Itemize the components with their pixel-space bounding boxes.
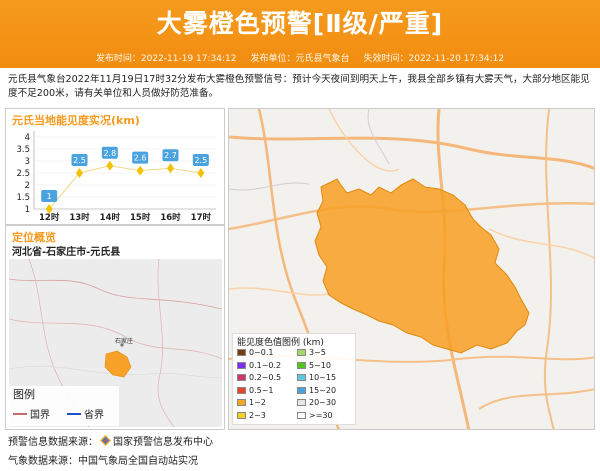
- vis-legend-item: 20~30: [297, 398, 336, 407]
- data-label: 2.6: [134, 154, 147, 163]
- vis-legend-label: 1~2: [249, 398, 266, 407]
- visibility-color-legend: 能见度色值图例 (km) 0~0.1 3~5 0.1~0.2 5~10 0.2~0.5 1…: [232, 333, 356, 425]
- national-border-swatch: [13, 412, 27, 415]
- vis-legend-item: 1~2: [237, 398, 266, 407]
- publish-time: 发布时间：2022-11-19 17:34:12: [95, 54, 237, 64]
- vis-legend-item: 0.2~0.5: [237, 373, 281, 382]
- minimap-legend-title: 图例: [13, 388, 35, 401]
- vis-legend-swatch: [237, 361, 246, 369]
- y-tick-label: 4: [25, 133, 30, 143]
- page-title: 大雾橙色预警[Ⅱ级/严重]: [156, 9, 444, 38]
- vis-legend-swatch: [237, 399, 246, 406]
- publish-unit: 发布单位：元氏县气象台: [250, 54, 350, 64]
- warning-meta: 发布时间：2022-11-19 17:34:12 发布单位：元氏县气象台 失效时…: [0, 50, 600, 68]
- vis-legend-label: 0.1~0.2: [249, 360, 282, 370]
- x-tick-label: 16时: [160, 212, 181, 223]
- vis-legend-item: 0.5~1: [237, 386, 274, 395]
- data-point: [197, 168, 205, 178]
- vis-legend-item: 0~0.1: [237, 348, 274, 357]
- expire-time: 失效时间：2022-11-20 17:34:12: [363, 54, 505, 64]
- vis-legend-label: 5~10: [309, 360, 331, 370]
- legend-item-province-border: 省界: [67, 406, 104, 421]
- vis-legend-label: 20~30: [309, 398, 337, 407]
- vis-legend-label: 15~20: [309, 385, 337, 395]
- warning-source-label: 预警信息数据来源：: [8, 437, 98, 448]
- x-tick-label: 17时: [191, 212, 212, 223]
- vis-legend-swatch: [297, 399, 306, 406]
- province-border-swatch: [67, 412, 81, 415]
- warning-source-name[interactable]: 国家预警信息发布中心: [113, 433, 213, 448]
- vis-legend-item: 0.1~0.2: [237, 361, 281, 370]
- header-banner: 大雾橙色预警[Ⅱ级/严重] 发布时间：2022-11-19 17:34:12 发…: [0, 0, 600, 68]
- location-path: 河北省-石家庄市-元氏县: [12, 247, 121, 258]
- vis-legend-label: 0.2~0.5: [249, 373, 282, 382]
- vis-legend-label: 3~5: [309, 348, 326, 357]
- vis-legend-item: 15~20: [297, 386, 336, 395]
- y-tick-label: 1.5: [16, 193, 30, 203]
- data-label: 2.5: [73, 156, 86, 165]
- vis-legend-label: >=30: [309, 410, 333, 420]
- data-label: 2.5: [194, 156, 207, 165]
- data-label: 2.8: [103, 149, 116, 158]
- vis-legend-swatch: [297, 361, 306, 369]
- minimap-legend: 图例 国界 省界: [9, 386, 119, 426]
- vis-legend-label: 10~15: [309, 373, 337, 382]
- legend-item-national-border: 国界: [13, 406, 50, 421]
- visibility-chart: 1 1.5 2 2.5 3 3.5 4 1 12时 2.5 13时 2.8 14时 2.6 15时 2.7 16…: [16, 131, 216, 223]
- vis-legend-title: 能见度色值图例 (km): [237, 338, 324, 348]
- minimap-city-label: 石家庄: [115, 337, 133, 345]
- vis-legend-swatch: [237, 386, 246, 394]
- data-label: 2.7: [164, 151, 177, 160]
- vis-legend-swatch: [237, 349, 246, 356]
- y-tick-label: 3: [25, 157, 30, 167]
- x-tick-label: 12时: [39, 212, 60, 223]
- weather-source-line: 气象数据来源：中国气象局全国自动站实况: [8, 452, 198, 467]
- y-tick-label: 2.5: [16, 169, 30, 179]
- vis-legend-label: 2~3: [249, 410, 266, 420]
- vis-legend-item: 5~10: [297, 361, 331, 370]
- vis-legend-item: 2~3: [237, 411, 266, 420]
- province-border-label: 省界: [84, 410, 104, 421]
- vis-legend-swatch: [297, 386, 306, 394]
- vis-legend-label: 0~0.1: [249, 348, 274, 357]
- vis-legend-item: >=30: [297, 411, 333, 420]
- vis-legend-item: 10~15: [297, 373, 336, 382]
- vis-legend-swatch: [237, 411, 246, 419]
- x-tick-label: 15时: [130, 212, 151, 223]
- x-tick-label: 14时: [100, 212, 121, 223]
- y-tick-label: 1: [25, 205, 30, 215]
- series-line: [48, 165, 201, 210]
- visibility-panel: 元氏当地能见度实况(km) 1 1.5 2 2.5 3 3.5 4 1 12时 2.5 13时 2.8…: [5, 108, 225, 225]
- data-point: [136, 165, 144, 176]
- vis-legend-swatch: [297, 374, 306, 381]
- warning-center-logo-icon: [100, 435, 111, 446]
- warning-description: 元氏县气象台2022年11月19日17时32分发布大雾橙色预警信号：预计今天夜间…: [8, 74, 590, 99]
- weather-source-label: 气象数据来源：中国气象局全国自动站实况: [8, 456, 198, 467]
- national-border-label: 国界: [30, 410, 50, 421]
- y-tick-label: 3.5: [16, 145, 30, 155]
- vis-legend-swatch: [297, 349, 306, 356]
- vis-legend-label: 0.5~1: [249, 385, 274, 395]
- x-tick-label: 13时: [69, 212, 90, 223]
- vis-legend-swatch: [237, 374, 246, 381]
- data-point: [106, 160, 114, 171]
- vis-legend-swatch: [297, 411, 306, 419]
- data-label: 1: [47, 192, 52, 201]
- warning-source-line: 预警信息数据来源： 国家预警信息发布中心: [8, 433, 213, 448]
- data-point: [167, 163, 174, 174]
- y-tick-label: 2: [25, 181, 30, 191]
- location-panel: 定位概览 河北省-石家庄市-元氏县 石家庄 图例 国界 省界: [5, 225, 225, 430]
- vis-legend-item: 3~5: [297, 348, 326, 357]
